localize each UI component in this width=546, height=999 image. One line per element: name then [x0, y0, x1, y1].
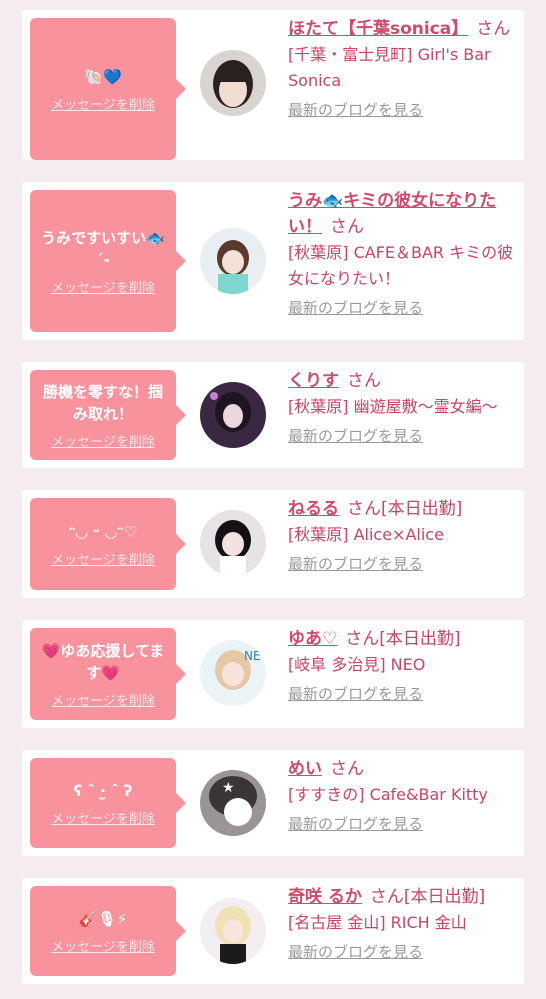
delete-message-link[interactable]: メッセージを削除	[51, 549, 155, 568]
card-info: ねるる さん[本日出勤] [秋葉原] Alice×Alice 最新のブログを見る	[288, 496, 528, 576]
avatar[interactable]	[200, 898, 266, 964]
message-bubble: 勝機を零すな！掴み取れ！ メッセージを削除	[30, 370, 186, 460]
cast-name-link[interactable]: ほたて【千葉sonica】	[288, 19, 468, 39]
cast-name-link[interactable]: ねるる	[288, 499, 339, 519]
message-card: ʕ ˆ ·̫ ˆ ʔ メッセージを削除 ★ めい さん [すすきの] Cafe&B…	[22, 750, 524, 856]
delete-message-link[interactable]: メッセージを削除	[51, 808, 155, 827]
delete-message-link[interactable]: メッセージを削除	[51, 94, 155, 113]
status-tag: [本日出勤]	[381, 499, 463, 519]
delete-message-link[interactable]: メッセージを削除	[51, 690, 155, 709]
cast-name-link[interactable]: うみ🐟キミの彼女になりたい！	[288, 191, 496, 237]
honorific: さん	[369, 887, 404, 907]
latest-blog-link[interactable]: 最新のブログを見る	[288, 552, 528, 576]
cast-name-link[interactable]: ゆあ♡	[288, 629, 337, 649]
avatar[interactable]	[200, 50, 266, 116]
message-card: 🐚💙 メッセージを削除 ほたて【千葉sonica】 さん [千葉・富士見町] Gi…	[22, 10, 524, 160]
message-bubble: ʕ ˆ ·̫ ˆ ʔ メッセージを削除	[30, 758, 186, 848]
message-card: 勝機を零すな！掴み取れ！ メッセージを削除 くりす さん [秋葉原] 幽遊屋敷〜霊…	[22, 362, 524, 468]
message-bubble: 💗ゆあ応援してます💗 メッセージを削除	[30, 628, 186, 720]
honorific: さん	[347, 371, 381, 391]
honorific: さん	[330, 217, 364, 237]
message-text: 💗ゆあ応援してます💗	[41, 641, 165, 682]
message-text: 🎸🎙⚡	[78, 909, 128, 928]
cast-name-link[interactable]: くりす	[288, 371, 339, 391]
message-card: ᵔ◡ ᵕ ◡ᵔ♡ メッセージを削除 ねるる さん[本日出勤] [秋葉原] Alic…	[22, 490, 524, 598]
message-text: 🐚💙	[84, 67, 122, 86]
latest-blog-link[interactable]: 最新のブログを見る	[288, 424, 528, 448]
shop-label: [岐阜 多治見] NEO	[288, 655, 426, 674]
cast-name-link[interactable]: めい	[288, 759, 322, 779]
honorific: さん	[330, 759, 364, 779]
message-card: うみですいすい🐟 ´- メッセージを削除 うみ🐟キミの彼女になりたい！ さん [秋…	[22, 182, 524, 340]
shop-label: [秋葉原] CAFE＆BAR キミの彼女になりたい！	[288, 243, 514, 288]
avatar[interactable]	[200, 228, 266, 294]
latest-blog-link[interactable]: 最新のブログを見る	[288, 98, 528, 122]
shop-label: [すすきの] Cafe&Bar Kitty	[288, 785, 488, 804]
message-text: ᵔ◡ ᵕ ◡ᵔ♡	[68, 522, 138, 541]
shop-label: [名古屋 金山] RICH 金山	[288, 913, 467, 932]
message-bubble: 🐚💙 メッセージを削除	[30, 18, 186, 160]
message-card: 💗ゆあ応援してます💗 メッセージを削除 NE ゆあ♡ さん[本日出勤] [岐阜 多…	[22, 620, 524, 728]
cast-name-link[interactable]: 奇咲 るか	[288, 887, 362, 907]
shop-label: [千葉・富士見町] Girl's Bar Sonica	[288, 45, 491, 90]
delete-message-link[interactable]: メッセージを削除	[51, 431, 155, 450]
avatar[interactable]	[200, 382, 266, 448]
shop-label: [秋葉原] Alice×Alice	[288, 525, 444, 544]
message-bubble: 🎸🎙⚡ メッセージを削除	[30, 886, 186, 976]
message-text: ʕ ˆ ·̫ ˆ ʔ	[73, 781, 133, 800]
card-info: 奇咲 るか さん[本日出勤] [名古屋 金山] RICH 金山 最新のブログを見る	[288, 884, 528, 964]
card-info: ゆあ♡ さん[本日出勤] [岐阜 多治見] NEO 最新のブログを見る	[288, 626, 528, 706]
latest-blog-link[interactable]: 最新のブログを見る	[288, 682, 528, 706]
status-tag: [本日出勤]	[403, 887, 486, 907]
avatar[interactable]: NE	[200, 640, 266, 706]
latest-blog-link[interactable]: 最新のブログを見る	[288, 296, 528, 320]
svg-text:NE: NE	[244, 649, 261, 663]
honorific: さん	[347, 499, 381, 519]
avatar[interactable]	[200, 510, 266, 576]
latest-blog-link[interactable]: 最新のブログを見る	[288, 940, 528, 964]
honorific: さん	[345, 629, 380, 649]
honorific: さん	[476, 19, 511, 39]
card-info: うみ🐟キミの彼女になりたい！ さん [秋葉原] CAFE＆BAR キミの彼女になり…	[288, 188, 528, 320]
card-info: くりす さん [秋葉原] 幽遊屋敷〜霊女編〜 最新のブログを見る	[288, 368, 528, 448]
delete-message-link[interactable]: メッセージを削除	[51, 936, 155, 955]
latest-blog-link[interactable]: 最新のブログを見る	[288, 812, 528, 836]
shop-label: [秋葉原] 幽遊屋敷〜霊女編〜	[288, 397, 498, 416]
message-bubble: ᵔ◡ ᵕ ◡ᵔ♡ メッセージを削除	[30, 498, 186, 590]
status-tag: [本日出勤]	[379, 629, 461, 649]
card-info: ほたて【千葉sonica】 さん [千葉・富士見町] Girl's Bar Son…	[288, 16, 528, 122]
message-card: 🎸🎙⚡ メッセージを削除 奇咲 るか さん[本日出勤] [名古屋 金山] RICH…	[22, 878, 524, 984]
message-bubble: うみですいすい🐟 ´- メッセージを削除	[30, 190, 186, 332]
message-text: 勝機を零すな！掴み取れ！	[42, 382, 163, 423]
message-list: 🐚💙 メッセージを削除 ほたて【千葉sonica】 さん [千葉・富士見町] Gi…	[0, 0, 546, 984]
message-text: うみですいすい🐟 ´-	[41, 228, 165, 269]
delete-message-link[interactable]: メッセージを削除	[51, 277, 155, 296]
avatar[interactable]: ★	[200, 770, 266, 836]
svg-text:★: ★	[222, 780, 235, 796]
card-info: めい さん [すすきの] Cafe&Bar Kitty 最新のブログを見る	[288, 756, 528, 836]
